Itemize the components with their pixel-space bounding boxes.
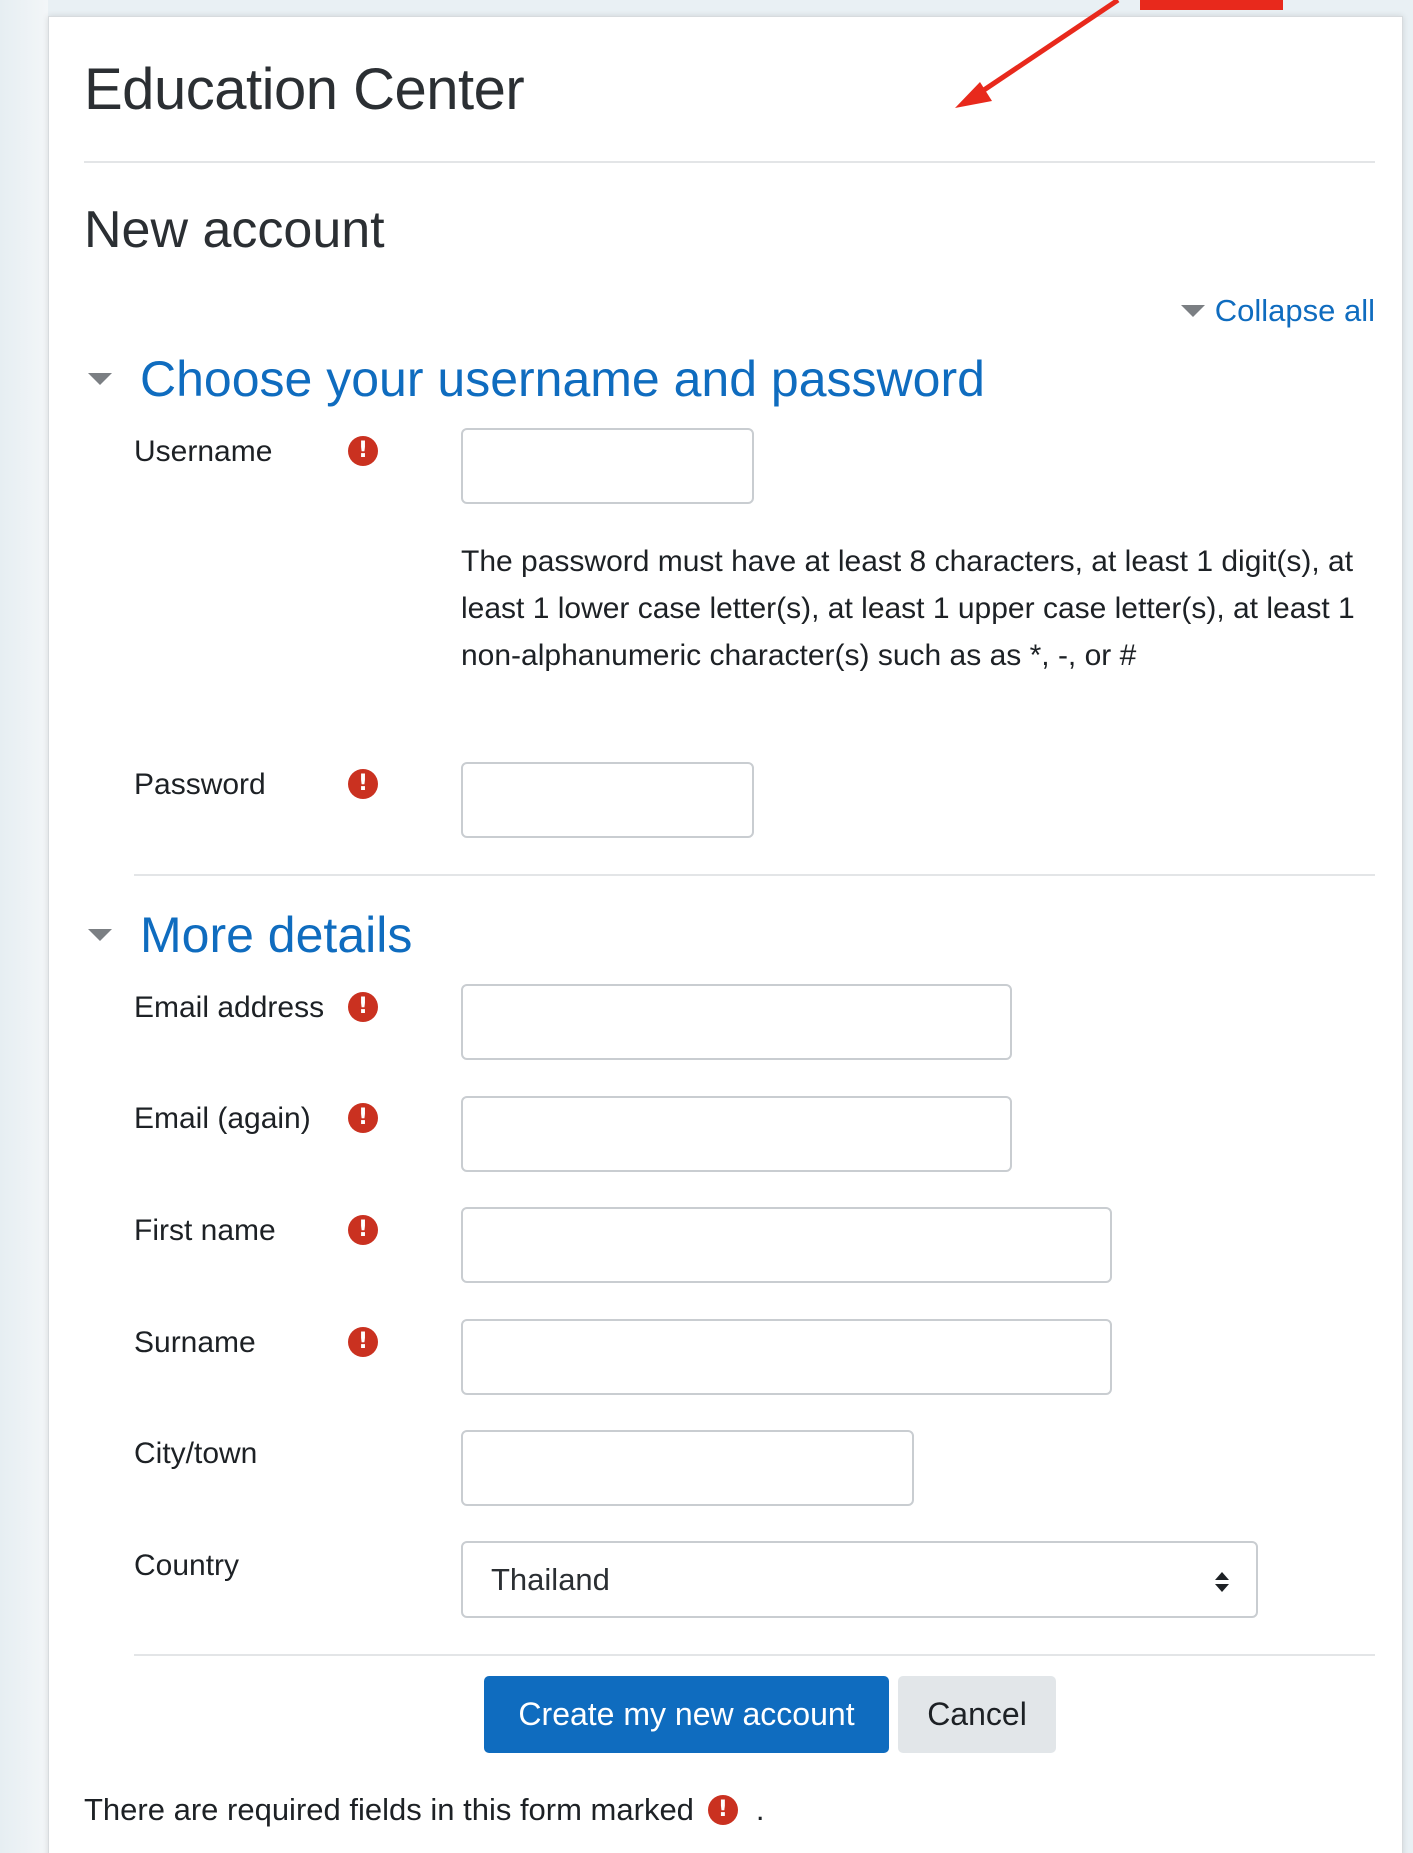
collapse-all-label: Collapse all	[1214, 293, 1375, 328]
page-title: New account	[84, 201, 385, 259]
surname-label: Surname	[134, 1326, 256, 1359]
first-name-input[interactable]	[461, 1207, 1112, 1283]
collapse-all-link[interactable]: Collapse all	[1180, 293, 1375, 329]
required-icon: !	[707, 1795, 738, 1825]
required-icon: !	[348, 436, 378, 466]
city-label: City/town	[134, 1437, 258, 1470]
required-icon: !	[348, 1327, 378, 1357]
create-account-button[interactable]: Create my new account	[484, 1676, 889, 1753]
required-icon: !	[348, 1103, 378, 1133]
country-label: Country	[134, 1549, 240, 1582]
divider	[134, 1654, 1375, 1656]
password-input[interactable]	[461, 762, 754, 838]
annotation-box	[1140, 0, 1283, 10]
required-note-period: .	[755, 1792, 765, 1827]
required-note-text: There are required fields in this form m…	[84, 1792, 694, 1827]
email-input[interactable]	[461, 984, 1012, 1060]
caret-down-icon	[88, 373, 112, 385]
page-background	[0, 0, 48, 1853]
city-input[interactable]	[461, 1430, 914, 1506]
username-input[interactable]	[461, 428, 754, 504]
username-label: Username	[134, 435, 273, 468]
country-selected-value: Thailand	[491, 1561, 610, 1597]
section-title: Choose your username and password	[140, 351, 985, 407]
required-icon: !	[348, 1215, 378, 1245]
email-label: Email address	[134, 991, 325, 1024]
required-icon: !	[348, 992, 378, 1022]
surname-input[interactable]	[461, 1319, 1112, 1395]
required-fields-note: There are required fields in this form m…	[84, 1792, 765, 1828]
divider	[134, 874, 1375, 876]
select-arrows-icon	[1215, 1572, 1229, 1592]
caret-down-icon	[88, 929, 112, 941]
country-select[interactable]: Thailand	[461, 1541, 1258, 1618]
email-again-input[interactable]	[461, 1096, 1012, 1172]
divider	[84, 161, 1375, 163]
password-policy-text: The password must have at least 8 charac…	[461, 545, 1355, 672]
cancel-button[interactable]: Cancel	[898, 1676, 1056, 1753]
section-title: More details	[140, 907, 413, 963]
required-icon: !	[348, 769, 378, 799]
section-toggle-more-details[interactable]: More details	[88, 906, 412, 964]
site-title: Education Center	[84, 57, 525, 122]
password-label: Password	[134, 768, 266, 801]
email-again-label: Email (again)	[134, 1102, 311, 1135]
first-name-label: First name	[134, 1214, 276, 1247]
section-toggle-username-password[interactable]: Choose your username and password	[88, 350, 985, 408]
caret-down-icon	[1180, 305, 1205, 317]
